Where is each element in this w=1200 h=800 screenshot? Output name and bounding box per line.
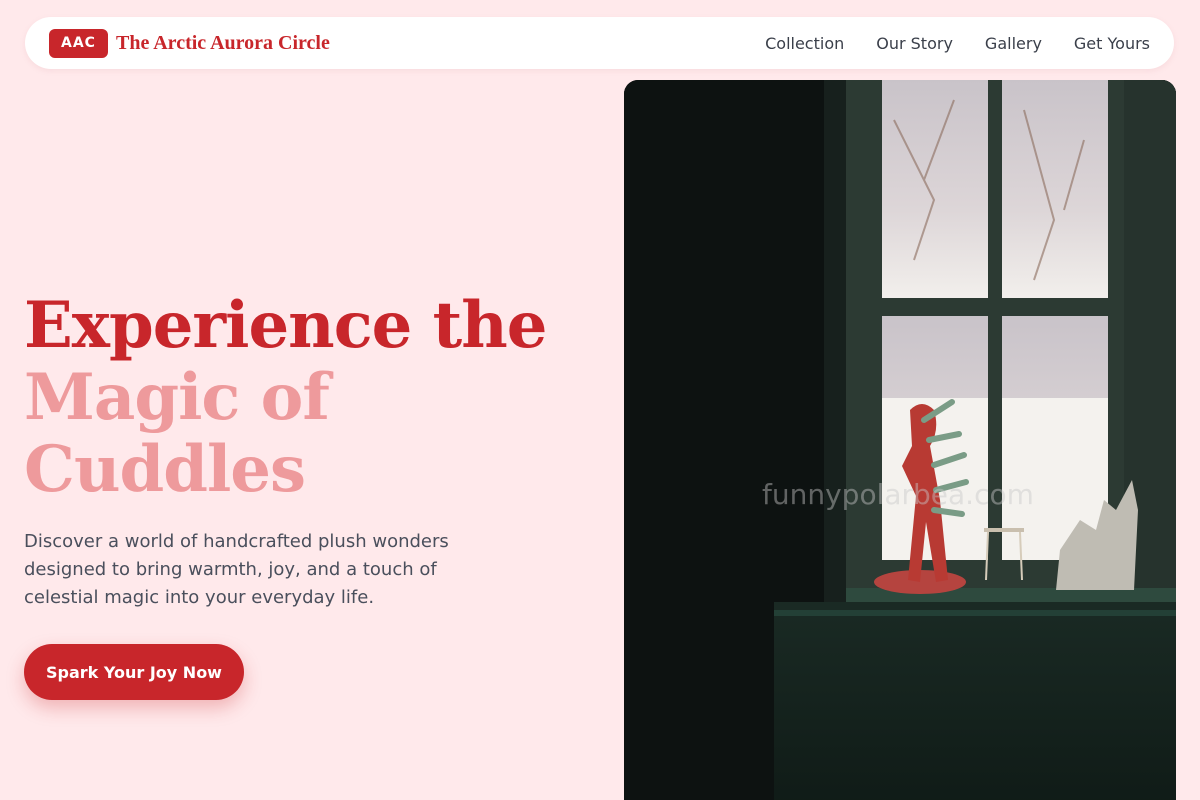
logo-badge[interactable]: AAC	[49, 28, 108, 58]
nav-links: Collection Our Story Gallery Get Yours	[765, 34, 1150, 53]
hero-title-line3: Cuddles	[24, 432, 306, 507]
hero-title-line1: Experience the	[24, 288, 547, 363]
nav-link-gallery[interactable]: Gallery	[985, 34, 1042, 53]
hero-photo-illustration	[624, 80, 1176, 800]
hero-title: Experience the Magic of Cuddles	[24, 288, 547, 507]
hero-title-line2: Magic of	[24, 360, 330, 435]
hero-description: Discover a world of handcrafted plush wo…	[24, 531, 449, 608]
nav-link-collection[interactable]: Collection	[765, 34, 844, 53]
top-navbar: AAC The Arctic Aurora Circle Collection …	[25, 17, 1174, 69]
nav-link-our-story[interactable]: Our Story	[876, 34, 953, 53]
cta-button[interactable]: Spark Your Joy Now	[24, 644, 244, 700]
brand-name[interactable]: The Arctic Aurora Circle	[116, 32, 330, 55]
hero-image: funnypolarbea.com	[624, 80, 1176, 800]
nav-link-get-yours[interactable]: Get Yours	[1074, 34, 1150, 53]
image-watermark: funnypolarbea.com	[762, 478, 1034, 511]
